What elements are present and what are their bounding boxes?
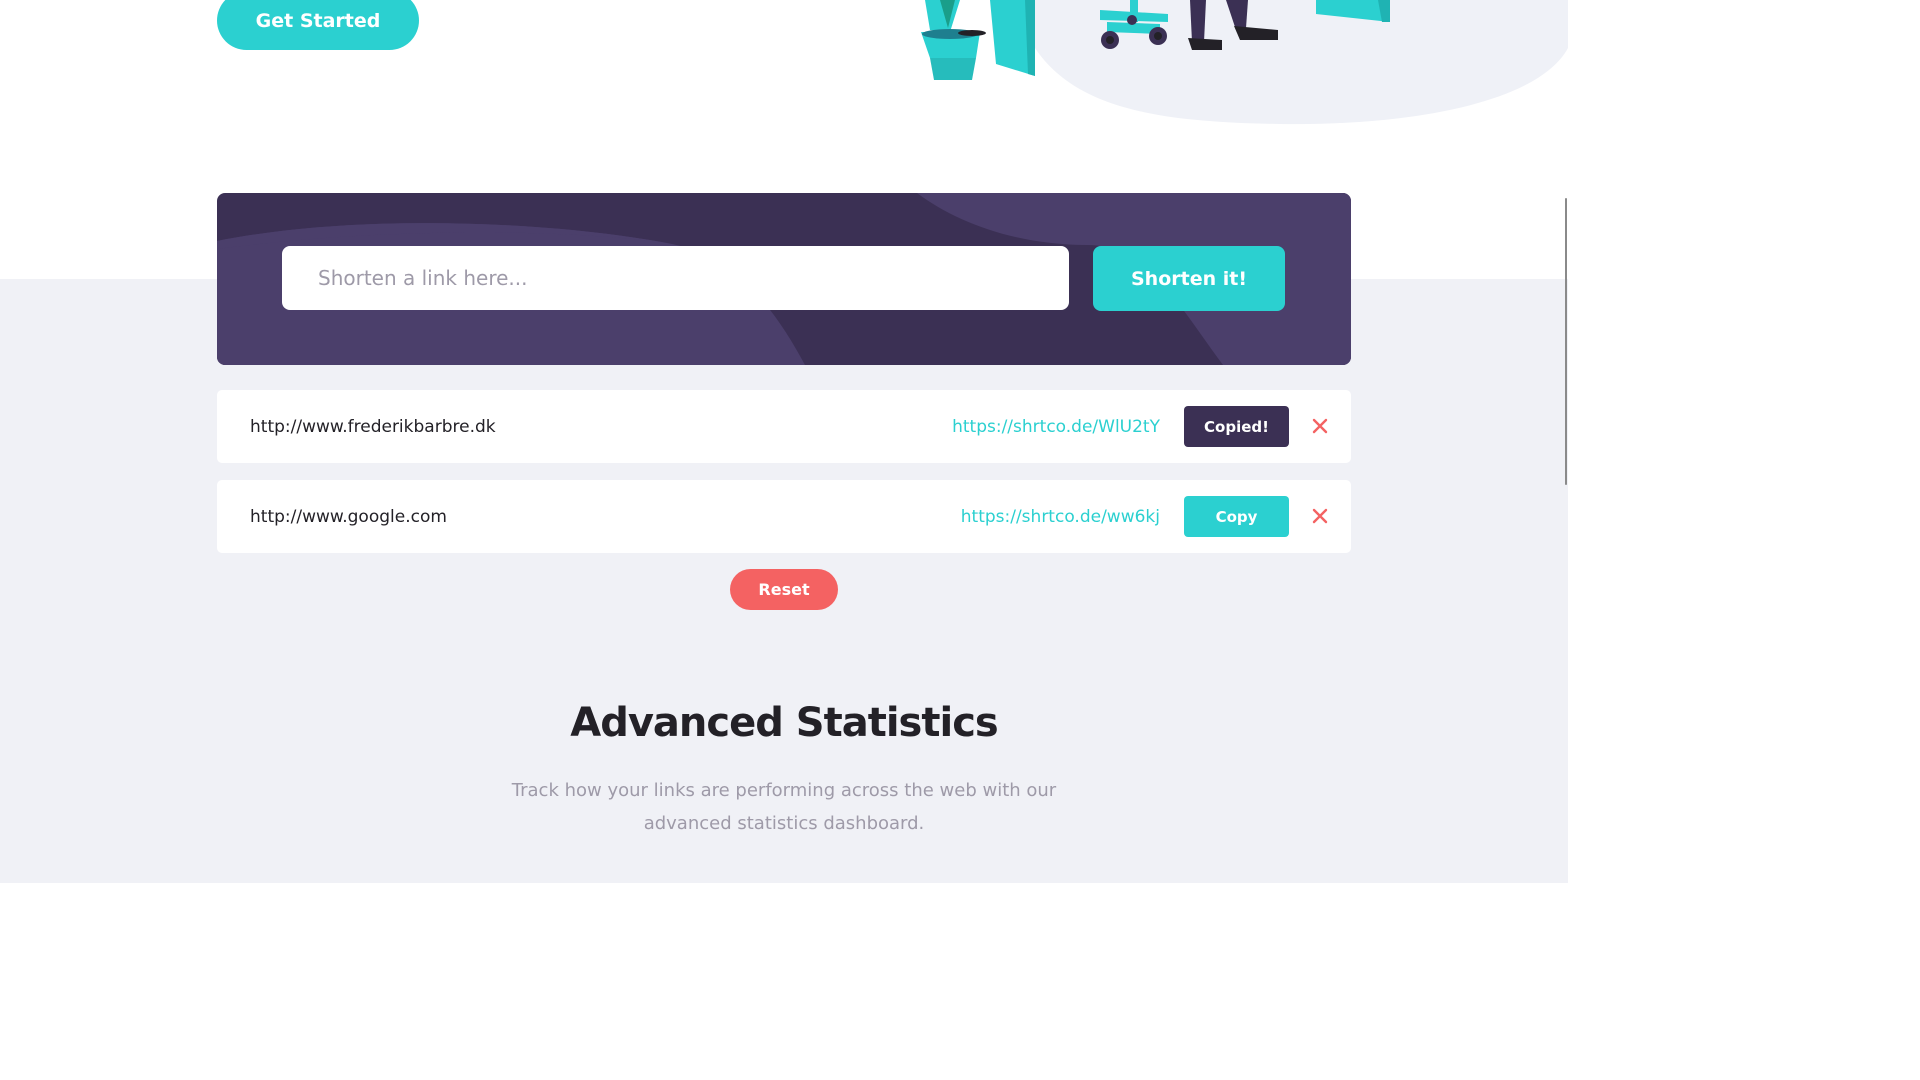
copy-button[interactable]: Copy: [1184, 496, 1289, 537]
link-input[interactable]: Shorten a link here...: [282, 246, 1069, 310]
original-url: http://www.google.com: [250, 506, 447, 527]
shorten-button[interactable]: Shorten it!: [1093, 246, 1285, 311]
short-url[interactable]: https://shrtco.de/WlU2tY: [952, 390, 1160, 463]
close-icon[interactable]: [1310, 416, 1330, 436]
section-description: Track how your links are performing acro…: [511, 780, 1057, 834]
copy-button[interactable]: Copied!: [1184, 406, 1289, 447]
working-illustration: [921, 0, 1568, 125]
result-row: http://www.frederikbarbre.dk https://shr…: [217, 390, 1351, 463]
result-row: http://www.google.com https://shrtco.de/…: [217, 480, 1351, 553]
shorten-form: Shorten a link here... Shorten it!: [217, 193, 1351, 365]
reset-button[interactable]: Reset: [730, 569, 838, 610]
original-url: http://www.frederikbarbre.dk: [250, 416, 496, 437]
scrollbar[interactable]: [1564, 0, 1568, 883]
short-url[interactable]: https://shrtco.de/ww6kj: [961, 480, 1160, 553]
close-icon[interactable]: [1310, 506, 1330, 526]
get-started-button[interactable]: Get Started: [217, 0, 419, 50]
scrollbar-thumb[interactable]: [1565, 198, 1567, 485]
section-title: Advanced Statistics: [570, 700, 998, 746]
